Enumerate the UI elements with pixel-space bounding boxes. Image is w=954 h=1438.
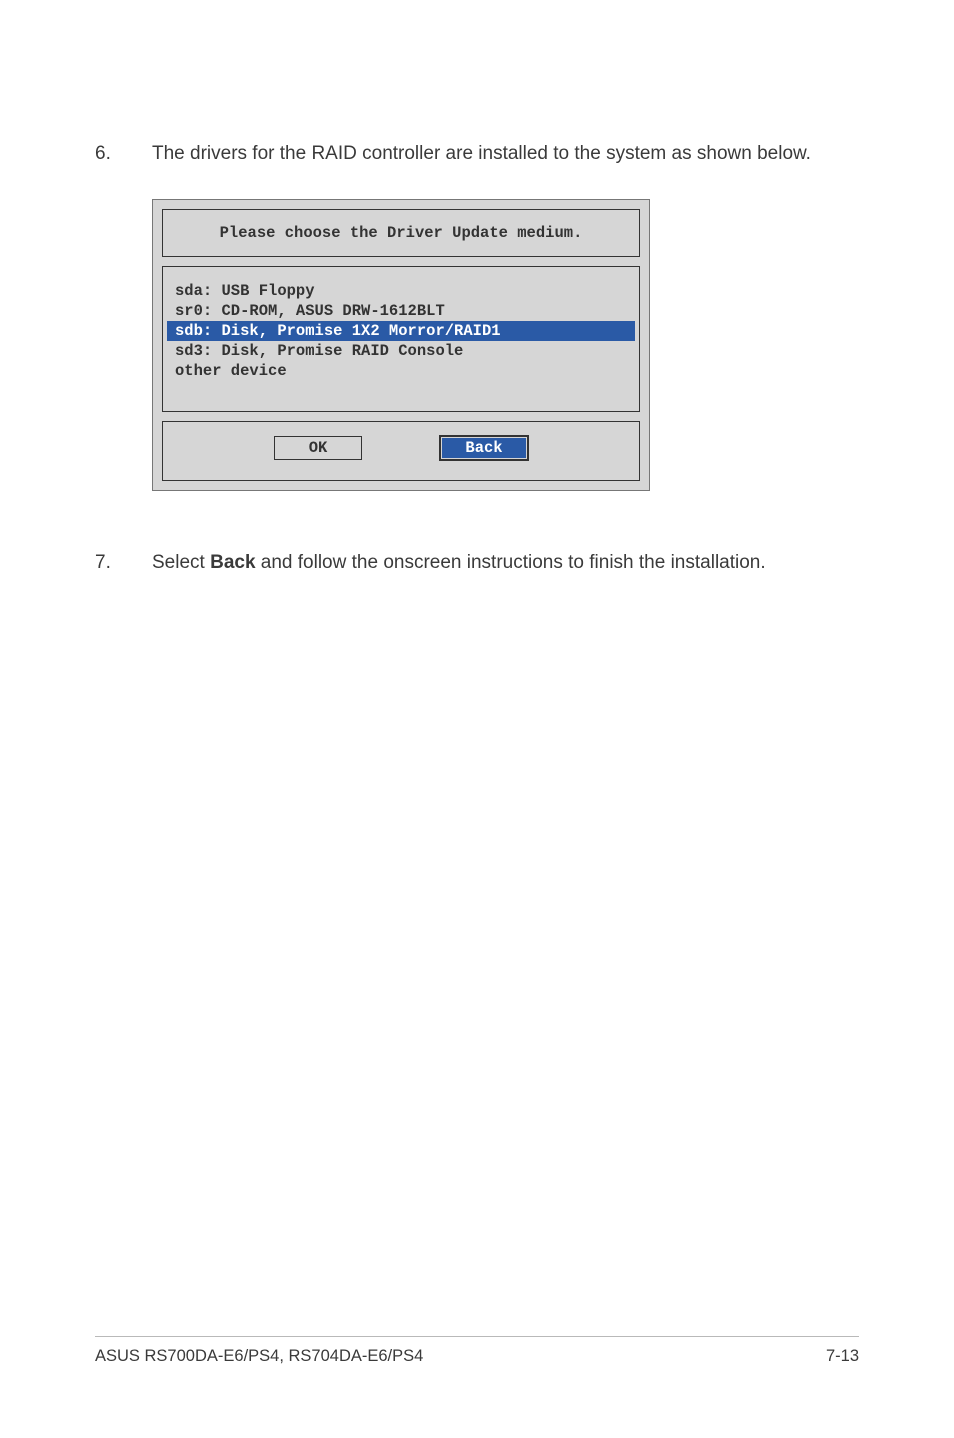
step-6-number: 6. (95, 140, 152, 169)
device-item-other[interactable]: other device (171, 361, 631, 381)
step-7-number: 7. (95, 549, 152, 578)
ok-button[interactable]: OK (274, 436, 362, 460)
step-6: 6. The drivers for the RAID controller a… (95, 0, 859, 169)
footer-divider (95, 1336, 859, 1337)
step-7-text: Select Back and follow the onscreen inst… (152, 549, 859, 578)
footer-page-number: 7-13 (826, 1347, 859, 1366)
step-7-suffix: and follow the onscreen instructions to … (256, 552, 766, 573)
footer-product-name: ASUS RS700DA-E6/PS4, RS704DA-E6/PS4 (95, 1347, 423, 1366)
driver-update-dialog: Please choose the Driver Update medium. … (152, 199, 650, 491)
step-7-bold: Back (210, 552, 255, 573)
dialog-title: Please choose the Driver Update medium. (162, 209, 640, 257)
device-item-sdb[interactable]: sdb: Disk, Promise 1X2 Morror/RAID1 (167, 321, 635, 341)
device-item-sr0[interactable]: sr0: CD-ROM, ASUS DRW-1612BLT (171, 301, 631, 321)
step-7: 7. Select Back and follow the onscreen i… (95, 491, 859, 578)
dialog-device-list: sda: USB Floppy sr0: CD-ROM, ASUS DRW-16… (162, 266, 640, 412)
step-6-text: The drivers for the RAID controller are … (152, 140, 859, 169)
step-7-prefix: Select (152, 552, 210, 573)
back-button[interactable]: Back (440, 436, 528, 460)
device-item-sda[interactable]: sda: USB Floppy (171, 281, 631, 301)
page-footer: ASUS RS700DA-E6/PS4, RS704DA-E6/PS4 7-13 (95, 1336, 859, 1366)
dialog-button-row: OK Back (162, 421, 640, 481)
device-item-sd3[interactable]: sd3: Disk, Promise RAID Console (171, 341, 631, 361)
